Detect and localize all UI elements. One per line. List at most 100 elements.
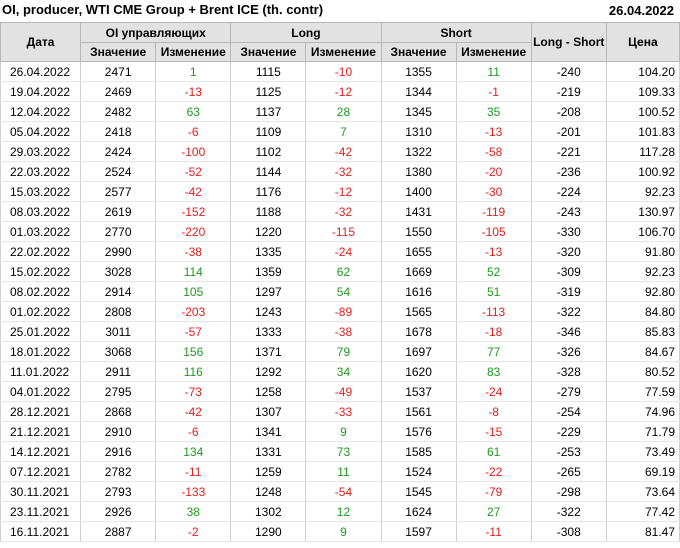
date-cell: 26.04.2022	[0, 61, 82, 82]
short-change-cell: -11	[455, 521, 532, 542]
price-cell: 80.52	[605, 361, 680, 382]
price-cell: 92.23	[605, 181, 680, 202]
oi-change-cell: -100	[155, 141, 232, 162]
short-value-cell: 1620	[380, 361, 457, 382]
oi-value-cell: 2577	[80, 181, 157, 202]
long-short-cell: -319	[530, 281, 607, 302]
oi-value-cell: 2619	[80, 201, 157, 222]
price-cell: 100.92	[605, 161, 680, 182]
table-row: 08.03.2022 2619 -152 1188 -32 1431 -119 -243 130…	[0, 201, 680, 222]
oi-change-cell: -73	[155, 381, 232, 402]
date-cell: 19.04.2022	[0, 81, 82, 102]
long-change-cell: 9	[305, 521, 382, 542]
table-row: 19.04.2022 2469 -13 1125 -12 1344 -1 -219 109.33	[0, 81, 680, 102]
price-cell: 71.79	[605, 421, 680, 442]
header-long-value: Значение	[230, 42, 307, 62]
long-change-cell: 28	[305, 101, 382, 122]
long-value-cell: 1333	[230, 321, 307, 342]
long-value-cell: 1341	[230, 421, 307, 442]
short-value-cell: 1537	[380, 381, 457, 402]
table-row: 15.02.2022 3028 114 1359 62 1669 52 -309 92.23	[0, 261, 680, 282]
long-change-cell: -10	[305, 61, 382, 82]
header-price: Цена	[605, 22, 680, 62]
oi-change-cell: 134	[155, 441, 232, 462]
price-cell: 77.42	[605, 501, 680, 522]
oi-change-cell: 156	[155, 341, 232, 362]
long-short-cell: -265	[530, 461, 607, 482]
date-cell: 14.12.2021	[0, 441, 82, 462]
long-short-cell: -229	[530, 421, 607, 442]
long-value-cell: 1109	[230, 121, 307, 142]
long-change-cell: -12	[305, 81, 382, 102]
short-change-cell: -13	[455, 121, 532, 142]
oi-value-cell: 2914	[80, 281, 157, 302]
table-row: 12.04.2022 2482 63 1137 28 1345 35 -208 100.52	[0, 101, 680, 122]
short-value-cell: 1678	[380, 321, 457, 342]
long-change-cell: 12	[305, 501, 382, 522]
table-body: 26.04.2022 2471 1 1115 -10 1355 11 -240 104.20 19…	[0, 61, 680, 542]
short-change-cell: 83	[455, 361, 532, 382]
long-change-cell: 34	[305, 361, 382, 382]
oi-change-cell: 38	[155, 501, 232, 522]
short-value-cell: 1624	[380, 501, 457, 522]
long-change-cell: -89	[305, 301, 382, 322]
long-short-cell: -322	[530, 301, 607, 322]
table-row: 01.02.2022 2808 -203 1243 -89 1565 -113 -322 84.…	[0, 301, 680, 322]
long-short-cell: -309	[530, 261, 607, 282]
short-change-cell: -79	[455, 481, 532, 502]
header-oi-group: OI управляющих	[80, 22, 232, 43]
price-cell: 109.33	[605, 81, 680, 102]
short-value-cell: 1380	[380, 161, 457, 182]
long-value-cell: 1220	[230, 221, 307, 242]
long-short-cell: -236	[530, 161, 607, 182]
header-date: Дата	[0, 22, 82, 62]
long-value-cell: 1115	[230, 61, 307, 82]
table-row: 21.12.2021 2910 -6 1341 9 1576 -15 -229 71.79	[0, 421, 680, 442]
oi-change-cell: -57	[155, 321, 232, 342]
title-bar: OI, producer, WTI CME Group + Brent ICE …	[0, 0, 680, 22]
short-value-cell: 1576	[380, 421, 457, 442]
long-change-cell: -115	[305, 221, 382, 242]
short-value-cell: 1545	[380, 481, 457, 502]
oi-change-cell: 116	[155, 361, 232, 382]
table-row: 04.01.2022 2795 -73 1258 -49 1537 -24 -279 77.59	[0, 381, 680, 402]
short-value-cell: 1697	[380, 341, 457, 362]
oi-value-cell: 2916	[80, 441, 157, 462]
date-cell: 25.01.2022	[0, 321, 82, 342]
short-value-cell: 1597	[380, 521, 457, 542]
oi-change-cell: -2	[155, 521, 232, 542]
short-change-cell: 51	[455, 281, 532, 302]
long-value-cell: 1188	[230, 201, 307, 222]
date-cell: 29.03.2022	[0, 141, 82, 162]
long-change-cell: -38	[305, 321, 382, 342]
long-change-cell: 73	[305, 441, 382, 462]
long-change-cell: -24	[305, 241, 382, 262]
long-short-cell: -208	[530, 101, 607, 122]
table-row: 07.12.2021 2782 -11 1259 11 1524 -22 -265 69.19	[0, 461, 680, 482]
long-short-cell: -346	[530, 321, 607, 342]
short-change-cell: -13	[455, 241, 532, 262]
long-value-cell: 1137	[230, 101, 307, 122]
table-row: 22.03.2022 2524 -52 1144 -32 1380 -20 -236 100.9…	[0, 161, 680, 182]
short-change-cell: -30	[455, 181, 532, 202]
date-cell: 23.11.2021	[0, 501, 82, 522]
long-change-cell: -12	[305, 181, 382, 202]
price-cell: 74.96	[605, 401, 680, 422]
short-value-cell: 1585	[380, 441, 457, 462]
date-cell: 11.01.2022	[0, 361, 82, 382]
oi-change-cell: -152	[155, 201, 232, 222]
short-value-cell: 1655	[380, 241, 457, 262]
date-cell: 04.01.2022	[0, 381, 82, 402]
long-short-cell: -253	[530, 441, 607, 462]
long-value-cell: 1290	[230, 521, 307, 542]
date-cell: 08.03.2022	[0, 201, 82, 222]
report-date: 26.04.2022	[608, 3, 674, 18]
oi-value-cell: 2808	[80, 301, 157, 322]
short-change-cell: -24	[455, 381, 532, 402]
table-row: 16.11.2021 2887 -2 1290 9 1597 -11 -308 81.47	[0, 521, 680, 542]
long-change-cell: -54	[305, 481, 382, 502]
short-change-cell: -20	[455, 161, 532, 182]
date-cell: 01.02.2022	[0, 301, 82, 322]
long-short-cell: -308	[530, 521, 607, 542]
long-value-cell: 1331	[230, 441, 307, 462]
